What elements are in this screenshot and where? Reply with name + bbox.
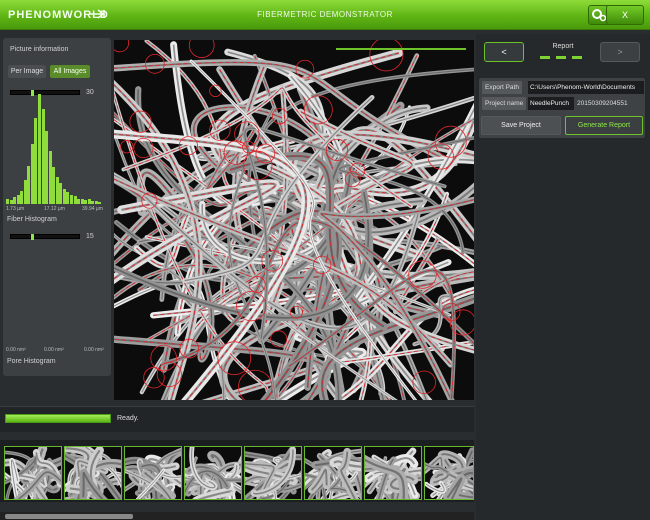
next-button[interactable]: > — [600, 42, 640, 62]
pore-x-mid: 0.00 nm² — [44, 347, 64, 353]
page-dot — [540, 56, 550, 59]
pore-x-min: 0.00 nm² — [6, 347, 26, 353]
histogram-bar — [59, 183, 63, 204]
hist-x-min: 1.73 µm — [6, 206, 25, 212]
progress-bar — [5, 414, 111, 423]
image-thumbnail[interactable] — [184, 446, 242, 500]
slider-knob[interactable] — [31, 234, 34, 240]
histogram-bar — [52, 166, 56, 204]
image-thumbnail[interactable] — [244, 446, 302, 500]
histogram-bar — [6, 198, 9, 204]
pore-histogram-label: Pore Histogram — [7, 358, 56, 365]
thumbnail-image — [425, 447, 473, 499]
status-text: Ready. — [117, 415, 139, 422]
histogram-bar — [9, 199, 13, 204]
image-thumbnail[interactable] — [304, 446, 362, 500]
histogram-bar — [30, 143, 34, 204]
pore-x-max: 0.00 nm² — [84, 347, 104, 353]
fiber-histogram-label: Fiber Histogram — [7, 216, 57, 223]
thumbnail-image — [305, 447, 361, 499]
tab-per-image[interactable]: Per Image — [8, 65, 46, 78]
generate-report-button[interactable]: Generate Report — [565, 116, 643, 135]
thumbnail-image — [125, 447, 181, 499]
tab-all-images[interactable]: All Images — [50, 65, 90, 78]
thumbnail-image — [245, 447, 301, 499]
histogram-bar — [77, 198, 81, 204]
image-thumbnail[interactable] — [64, 446, 122, 500]
pore-slider-value: 15 — [86, 233, 94, 240]
histogram-bar — [70, 195, 73, 204]
save-project-button[interactable]: Save Project — [481, 116, 561, 135]
hist-x-mid: 17.12 µm — [44, 206, 65, 212]
histogram-bar — [94, 200, 98, 204]
image-thumbnail[interactable] — [424, 446, 474, 500]
histogram-bar — [45, 131, 49, 204]
pore-threshold-slider[interactable] — [10, 234, 80, 240]
histogram-bar — [73, 196, 77, 204]
histogram-bar — [80, 198, 84, 204]
hist-x-max: 39.94 µm — [82, 206, 103, 212]
histogram-bar — [84, 199, 88, 204]
histogram-bar — [87, 198, 91, 204]
thumbnail-image — [65, 447, 121, 499]
project-id: 20150309204551 — [577, 100, 628, 107]
histogram-bar — [98, 201, 102, 204]
histogram-bar — [48, 151, 52, 204]
report-title: Report — [552, 43, 574, 50]
export-path-label: Export Path — [482, 81, 522, 94]
histogram-bar — [16, 195, 20, 204]
thumbnail-image — [365, 447, 421, 499]
fiber-image-canvas — [114, 40, 474, 400]
fiber-histogram — [6, 94, 102, 204]
image-thumbnail[interactable] — [364, 446, 422, 500]
histogram-bar — [27, 165, 31, 204]
previous-button[interactable]: < — [484, 42, 524, 62]
histogram-bar — [38, 94, 41, 204]
sem-fiber-image[interactable] — [114, 40, 474, 400]
export-path-field[interactable]: C:\Users\Phenom-World\Documents — [528, 81, 644, 94]
histogram-bar — [20, 190, 24, 204]
histogram-bar — [34, 118, 38, 204]
close-button[interactable]: X — [606, 5, 644, 25]
image-thumbnail[interactable] — [124, 446, 182, 500]
section-title: Picture information — [10, 46, 69, 53]
page-dot — [572, 56, 582, 59]
histogram-bar — [62, 188, 66, 204]
project-name-field[interactable]: NeedlePunch — [528, 97, 574, 110]
histogram-bar — [41, 109, 45, 204]
app-title: FIBERMETRIC DEMONSTRATOR — [257, 10, 393, 19]
image-thumbnail[interactable] — [4, 446, 62, 500]
scrollbar-thumb[interactable] — [5, 514, 133, 519]
project-name-label: Project name — [482, 97, 527, 110]
histogram-bar — [91, 200, 95, 204]
page-dot — [556, 56, 566, 59]
histogram-bar — [55, 176, 59, 204]
progress-fill — [6, 415, 110, 422]
histogram-bar — [13, 197, 17, 204]
thumbnail-image — [185, 447, 241, 499]
histogram-bar — [23, 179, 27, 204]
thumbnail-image — [5, 447, 61, 499]
histogram-bar — [66, 191, 70, 204]
